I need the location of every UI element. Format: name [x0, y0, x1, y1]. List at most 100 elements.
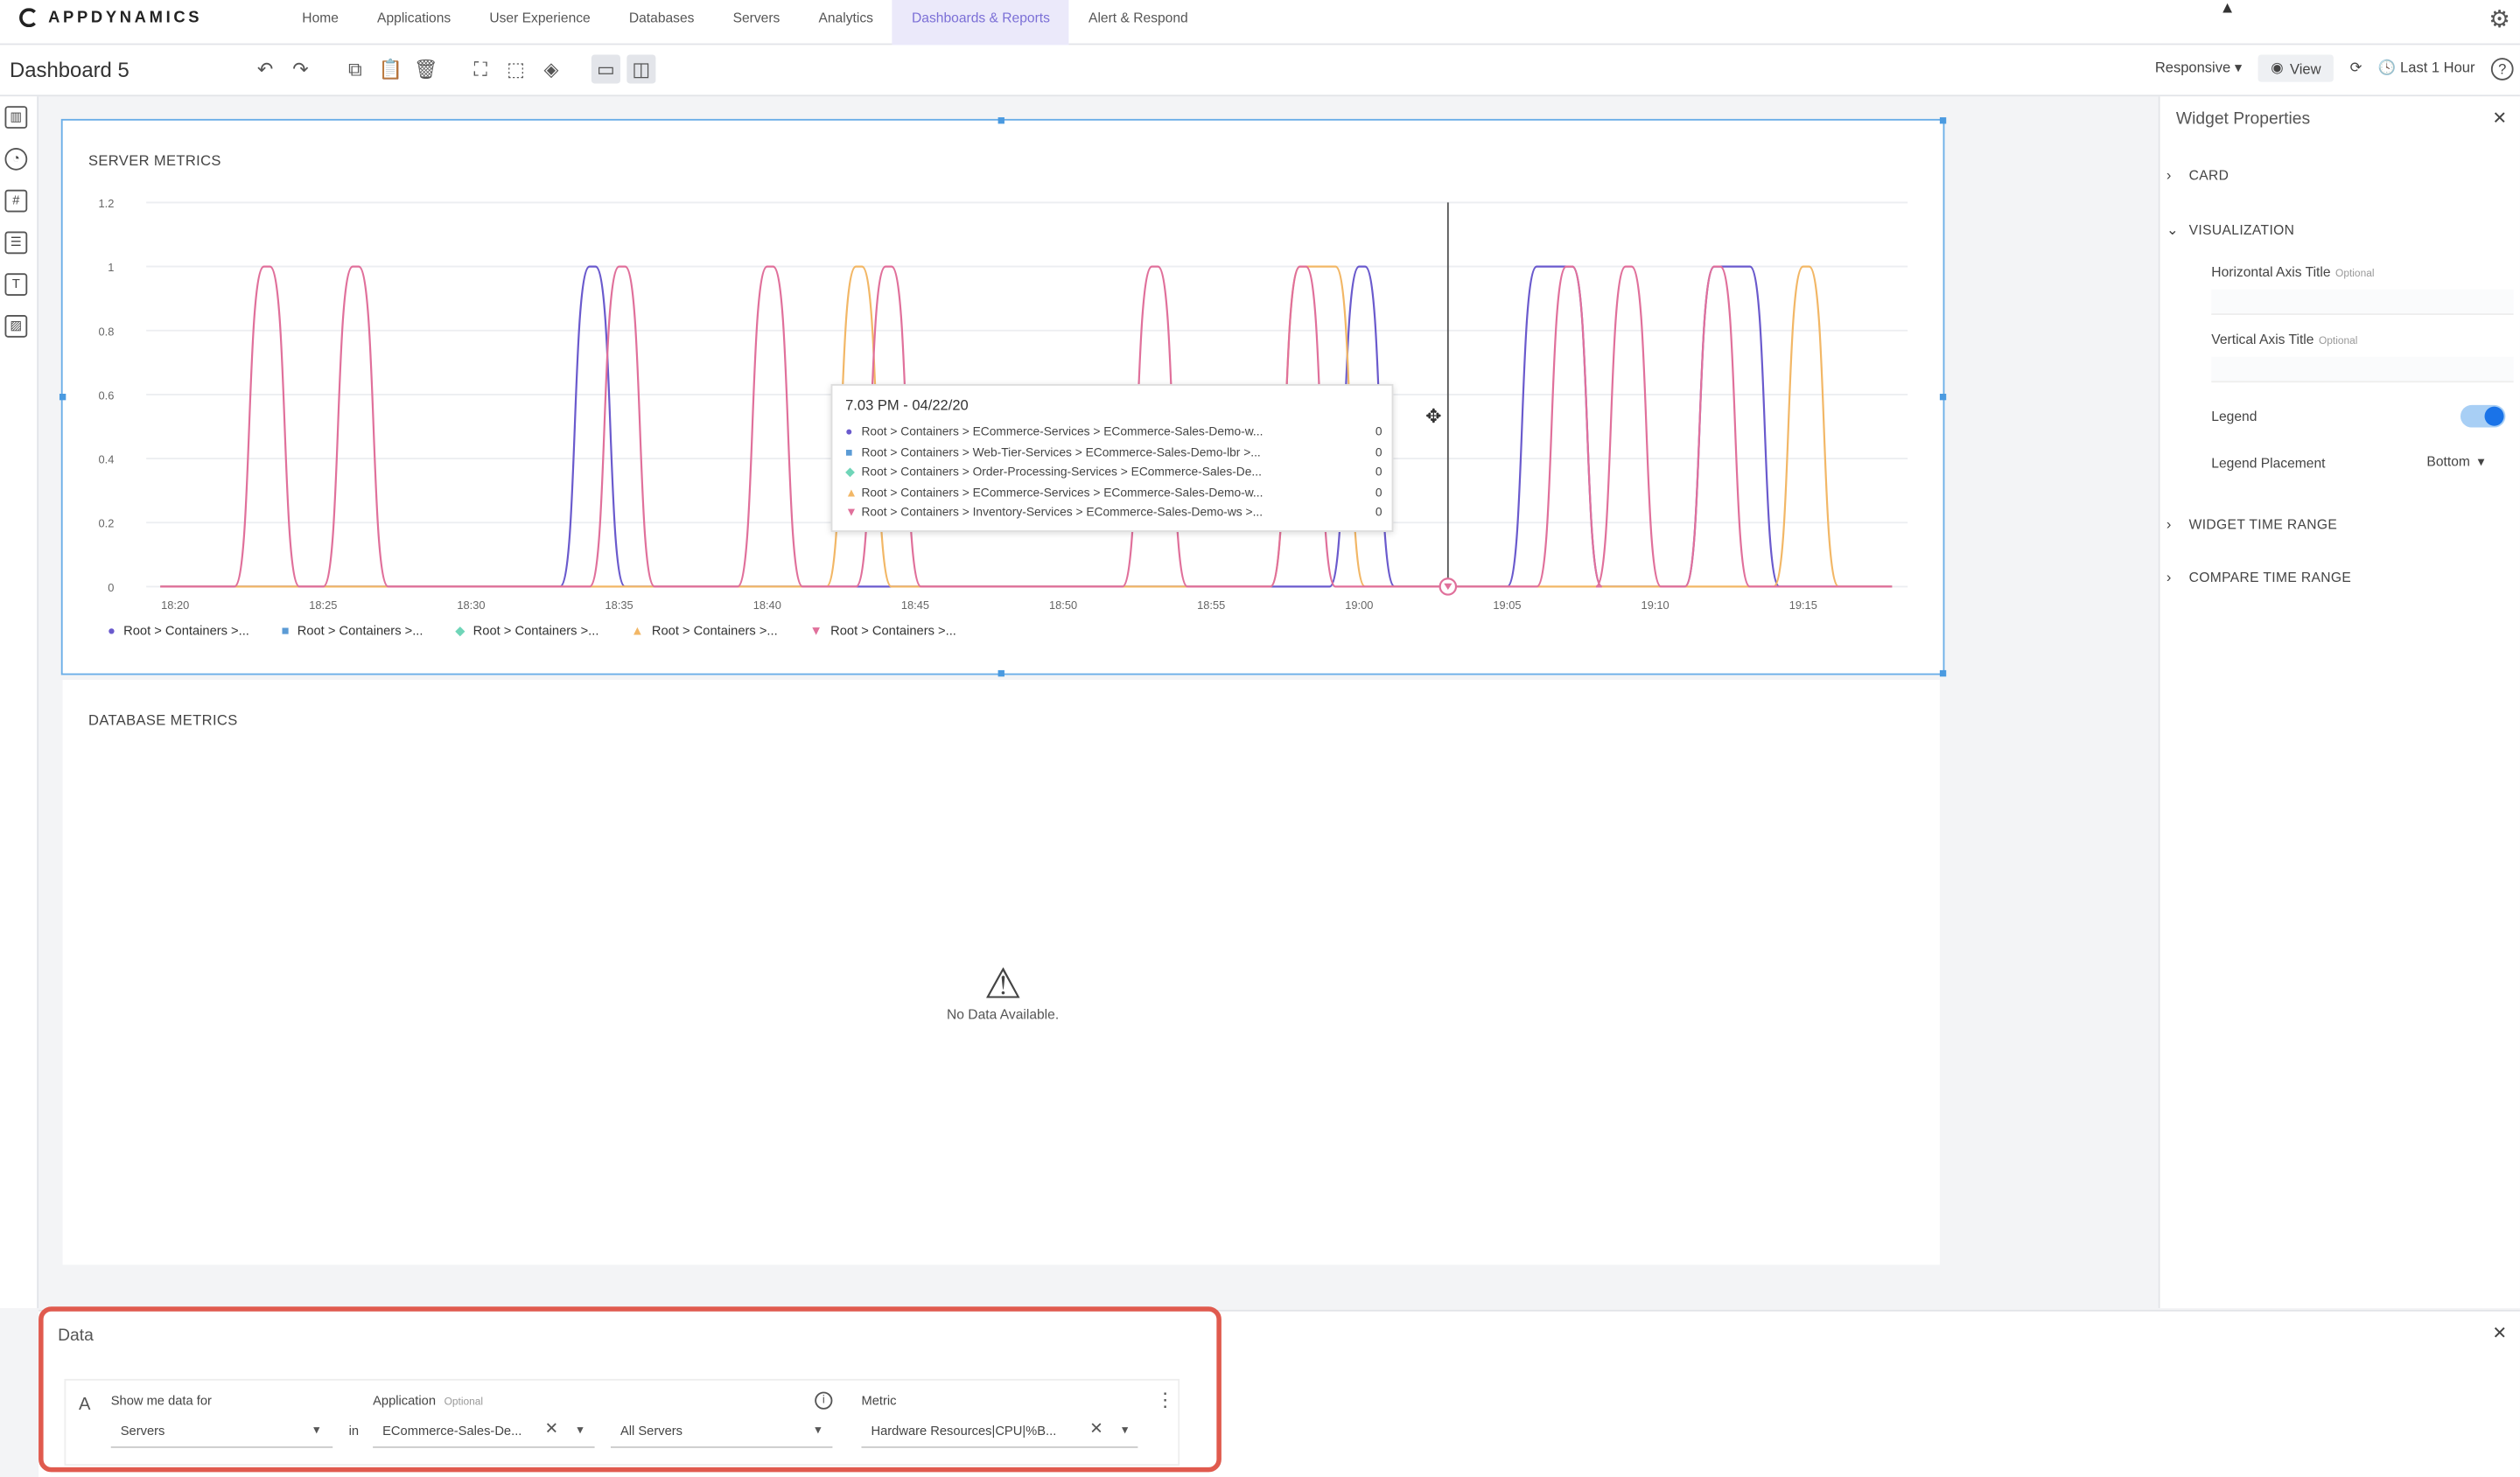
tooltip-row-value: 0 [1375, 444, 1382, 459]
database-metrics-widget[interactable]: DATABASE METRICS ⚠ No Data Available. [62, 679, 1940, 1265]
optional-tag: Optional [2318, 335, 2358, 347]
full-width-layout-icon[interactable]: ▭ [591, 54, 620, 84]
legend-label: Root > Containers >... [651, 623, 778, 639]
x-tick-label: 18:45 [901, 598, 929, 612]
nav-item-analytics[interactable]: Analytics [799, 0, 892, 45]
edit-tools: ↶ ↷ ⧉ 📋 🗑 ⛶ ⬚ ◈ ▭ ◫ [251, 54, 656, 84]
horizontal-axis-title-input[interactable] [2211, 289, 2514, 315]
nav-item-user-experience[interactable]: User Experience [470, 0, 610, 45]
legend-item[interactable]: ■ Root > Containers >... [282, 624, 424, 639]
add-text-widget-icon[interactable]: T [4, 273, 28, 296]
nav-item-dashboards-reports[interactable]: Dashboards & Reports [892, 0, 1070, 46]
tooltip-row-label: Root > Containers > ECommerce-Services >… [861, 424, 1264, 439]
top-nav: APPDYNAMICS Home Applications User Experie… [0, 0, 2520, 46]
x-tick-label: 19:00 [1345, 598, 1373, 612]
legend-item[interactable]: ● Root > Containers >... [108, 624, 249, 639]
close-icon[interactable]: ✕ [2492, 108, 2507, 129]
optional-tag: Optional [2335, 268, 2375, 280]
x-tick-label: 18:25 [309, 598, 337, 612]
add-image-widget-icon[interactable]: ▨ [4, 314, 28, 338]
view-button[interactable]: ◉ View [2258, 54, 2334, 82]
vertical-axis-title-input[interactable] [2211, 356, 2514, 383]
legend-placement-select[interactable]: Bottom ▾ [2426, 453, 2484, 471]
x-tick-label: 18:35 [606, 598, 634, 612]
add-timeseries-widget-icon[interactable]: ▥ [4, 106, 28, 129]
chart-legend: ● Root > Containers >... ■ Root > Container… [108, 624, 956, 639]
brand-name: APPDYNAMICS [48, 9, 203, 27]
tooltip-row-label: Root > Containers > Web-Tier-Services > … [861, 444, 1261, 459]
toolbar-right: Responsive ▾ ◉ View ⟳ 🕓 Last 1 Hour ? [2155, 54, 2520, 82]
highlight-annotation [38, 1306, 1222, 1473]
appdynamics-logo-icon [19, 8, 39, 28]
section-widget-time-label: WIDGET TIME RANGE [2188, 515, 2338, 532]
close-icon[interactable]: ✕ [2492, 1323, 2507, 1343]
help-icon[interactable]: ? [2490, 57, 2514, 80]
chevron-right-icon: › [2166, 515, 2172, 532]
add-metric-number-icon[interactable]: # [4, 189, 28, 213]
resize-handle-top-right[interactable] [1939, 117, 1947, 124]
legend-label: Root > Containers >... [472, 623, 599, 639]
series-marker-icon: ◆ [845, 464, 855, 480]
dashboard-title[interactable]: Dashboard 5 [10, 58, 130, 82]
x-tick-label: 18:40 [753, 598, 781, 612]
section-compare-time-range[interactable]: › COMPARE TIME RANGE [2166, 569, 2352, 585]
section-compare-time-label: COMPARE TIME RANGE [2188, 569, 2352, 585]
legend-item[interactable]: ▼ Root > Containers >... [809, 624, 956, 639]
nav-item-databases[interactable]: Databases [610, 0, 714, 45]
time-range-value: Last 1 Hour [2400, 59, 2475, 76]
time-range-picker[interactable]: 🕓 Last 1 Hour [2378, 60, 2475, 77]
section-card[interactable]: › CARD [2166, 167, 2230, 184]
section-widget-time-range[interactable]: › WIDGET TIME RANGE [2166, 515, 2338, 532]
delete-icon[interactable]: 🗑 [411, 54, 440, 83]
legend-marker-icon: ● [108, 623, 116, 639]
nav-item-servers[interactable]: Servers [714, 0, 800, 45]
server-metrics-widget[interactable]: SERVER METRICS 1.2 1 0.8 0.6 0.4 0.2 0 18:20 18:… [59, 117, 1947, 677]
tooltip-row-value: 0 [1375, 484, 1382, 500]
panel-title: Widget Properties [2175, 108, 2311, 129]
tooltip-title: 7.03 PM - 04/22/20 [845, 396, 969, 414]
legend-item[interactable]: ▲ Root > Containers >... [631, 624, 777, 639]
tooltip-row-label: Root > Containers > Inventory-Services >… [861, 504, 1264, 520]
y-tick-label: 1.2 [99, 197, 115, 210]
resize-handle-bottom[interactable] [998, 669, 1004, 677]
add-list-widget-icon[interactable]: ☰ [4, 231, 28, 255]
resize-handle-bottom-right[interactable] [1939, 669, 1947, 677]
nav-item-applications[interactable]: Applications [358, 0, 470, 45]
legend-item[interactable]: ◆ Root > Containers >... [455, 624, 598, 639]
undo-icon[interactable]: ↶ [251, 54, 280, 83]
paste-icon[interactable]: 📋 [376, 54, 405, 83]
legend-toggle[interactable] [2460, 404, 2506, 428]
resize-handle-right[interactable] [1939, 393, 1947, 401]
tooltip-row: ● Root > Containers > ECommerce-Services … [845, 424, 1382, 439]
add-pie-widget-icon[interactable]: ◔ [4, 147, 28, 171]
legend-label: Root > Containers >... [297, 623, 424, 639]
refresh-icon[interactable]: ⟳ [2350, 60, 2362, 77]
eye-icon: ◉ [2271, 59, 2284, 76]
y-tick-label: 0.2 [99, 517, 115, 530]
series-marker-icon: ▼ [845, 504, 858, 520]
split-layout-icon[interactable]: ◫ [626, 54, 656, 84]
resize-handle-left[interactable] [59, 393, 66, 401]
brand-logo[interactable]: APPDYNAMICS [19, 8, 203, 28]
settings-gear-icon[interactable]: ⚙ [2488, 5, 2510, 33]
copy-icon[interactable]: ⧉ [340, 54, 369, 83]
fit-widget-icon[interactable]: ⛶ [466, 54, 495, 83]
redo-icon[interactable]: ↷ [286, 54, 315, 83]
y-tick-label: 0.6 [99, 388, 115, 402]
tooltip-row: ▼ Root > Containers > Inventory-Services … [845, 505, 1382, 520]
layers-icon[interactable]: ◈ [536, 54, 565, 83]
tooltip-row-label: Root > Containers > Order-Processing-Ser… [861, 464, 1262, 480]
chevron-right-icon: › [2166, 167, 2172, 184]
legend-marker-icon: ▲ [631, 623, 644, 639]
resize-widget-icon[interactable]: ⬚ [501, 54, 530, 83]
move-cursor-icon: ✥ [1425, 404, 1442, 428]
nav-item-alert-respond[interactable]: Alert & Respond [1069, 0, 1208, 45]
section-visualization[interactable]: ⌄ VISUALIZATION [2166, 221, 2295, 238]
section-card-label: CARD [2188, 167, 2230, 184]
resize-handle-top[interactable] [998, 117, 1004, 124]
y-tick-label: 0.4 [99, 453, 115, 466]
nav-item-home[interactable]: Home [283, 0, 358, 45]
layout-mode-select[interactable]: Responsive ▾ [2155, 60, 2242, 77]
tooltip-row: ◆ Root > Containers > Order-Processing-Se… [845, 465, 1382, 480]
section-visualization-label: VISUALIZATION [2188, 221, 2295, 238]
